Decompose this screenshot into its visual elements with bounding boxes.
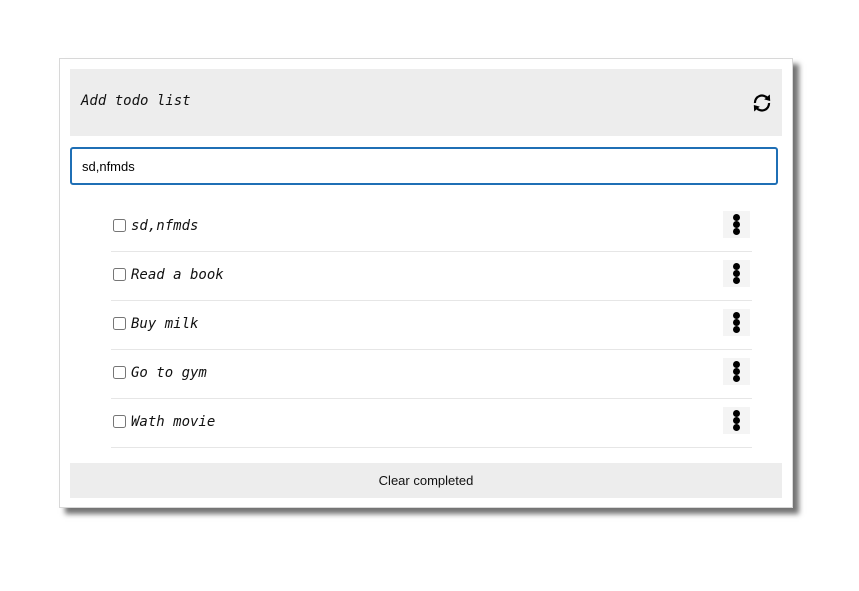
todo-item: Go to gym [111,350,752,399]
todo-label: sd,nfmds [131,218,199,234]
todo-item: Wath movie [111,399,752,448]
todo-checkbox[interactable] [113,415,126,428]
todo-item: sd,nfmds [111,203,752,252]
todo-input[interactable] [70,147,778,185]
todo-item: Read a book [111,252,752,301]
vertical-ellipsis-icon[interactable] [723,211,750,238]
todo-list: sd,nfmds Read a book Buy milk Go to gym [111,203,752,448]
todo-card: Add todo list sd,nfmds Read a book Buy m… [59,58,793,508]
todo-checkbox[interactable] [113,219,126,232]
vertical-ellipsis-icon[interactable] [723,309,750,336]
todo-header: Add todo list [70,69,782,136]
todo-checkbox[interactable] [113,366,126,379]
vertical-ellipsis-icon[interactable] [723,260,750,287]
header-title: Add todo list [81,93,191,109]
todo-label: Buy milk [131,316,199,332]
todo-checkbox[interactable] [113,317,126,330]
vertical-ellipsis-icon[interactable] [723,358,750,385]
todo-label: Go to gym [131,365,207,381]
todo-item: Buy milk [111,301,752,350]
todo-label: Read a book [131,267,224,283]
refresh-icon[interactable] [750,91,774,115]
clear-completed-button[interactable]: Clear completed [70,463,782,498]
todo-checkbox[interactable] [113,268,126,281]
vertical-ellipsis-icon[interactable] [723,407,750,434]
todo-label: Wath movie [131,414,216,430]
